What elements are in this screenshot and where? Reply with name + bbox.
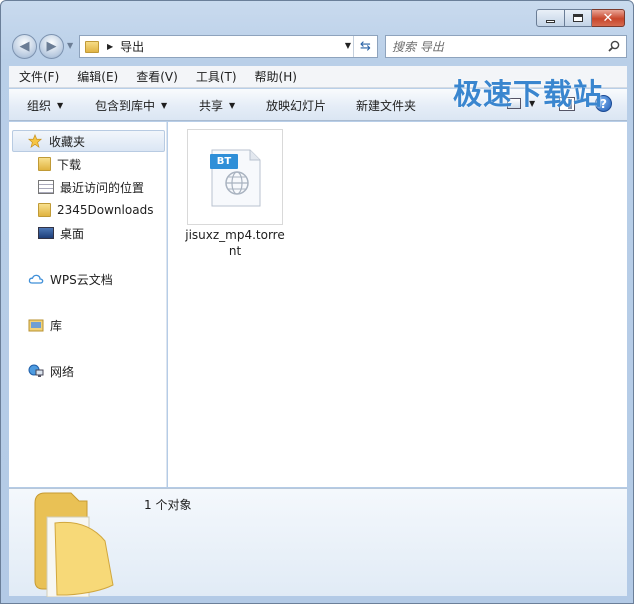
nav-downloads[interactable]: 下载 bbox=[38, 153, 81, 175]
nav-desktop[interactable]: 桌面 bbox=[38, 222, 84, 244]
nav-2345downloads[interactable]: 2345Downloads bbox=[38, 199, 153, 221]
file-item-name[interactable]: jisuxz_mp4.torrent bbox=[184, 227, 286, 259]
new-folder-button[interactable]: 新建文件夹 bbox=[356, 97, 416, 114]
nav-libraries-label: 库 bbox=[50, 318, 63, 333]
star-icon bbox=[27, 134, 43, 148]
nav-downloads-label: 下载 bbox=[57, 157, 82, 172]
minimize-icon bbox=[546, 19, 555, 23]
chevron-down-icon: ▼ bbox=[161, 101, 168, 110]
nav-recent-places[interactable]: 最近访问的位置 bbox=[38, 176, 144, 198]
search-icon[interactable] bbox=[608, 40, 620, 52]
back-button[interactable]: ◀ bbox=[12, 34, 37, 59]
recent-pages-dropdown[interactable]: ▼ bbox=[67, 41, 73, 50]
include-in-library-button[interactable]: 包含到库中 ▼ bbox=[95, 97, 167, 114]
breadcrumb-segment[interactable]: 导出 bbox=[120, 38, 144, 55]
maximize-icon bbox=[573, 14, 583, 22]
menu-view[interactable]: 查看(V) bbox=[126, 68, 186, 85]
desktop-icon bbox=[38, 227, 54, 239]
search-input[interactable] bbox=[392, 36, 602, 57]
slideshow-label: 放映幻灯片 bbox=[266, 99, 327, 113]
nav-libraries[interactable]: 库 bbox=[28, 314, 62, 336]
nav-2345downloads-label: 2345Downloads bbox=[57, 203, 154, 217]
nav-wps-cloud-label: WPS云文档 bbox=[50, 272, 113, 287]
bt-badge: BT bbox=[216, 156, 232, 167]
folder-icon bbox=[85, 40, 99, 53]
menu-file[interactable]: 文件(F) bbox=[9, 68, 67, 85]
folder-icon bbox=[34, 492, 114, 597]
maximize-button[interactable] bbox=[565, 9, 592, 27]
file-list: BT jisuxz_mp4.torrent bbox=[168, 122, 627, 487]
nav-favorites[interactable]: 收藏夹 bbox=[12, 130, 165, 152]
menu-edit[interactable]: 编辑(E) bbox=[67, 68, 126, 85]
share-button[interactable]: 共享 ▼ bbox=[199, 97, 235, 114]
chevron-down-icon: ▼ bbox=[229, 101, 236, 110]
slideshow-button[interactable]: 放映幻灯片 bbox=[266, 97, 326, 114]
address-dropdown-icon[interactable]: ▼ bbox=[345, 41, 351, 50]
nav-desktop-label: 桌面 bbox=[60, 226, 85, 241]
folder-icon bbox=[38, 203, 51, 217]
site-watermark: 极速下载站 bbox=[453, 77, 604, 111]
address-bar[interactable]: ▶ 导出 ▼ ⇆ bbox=[79, 35, 378, 58]
cloud-icon bbox=[28, 274, 44, 284]
arrow-left-icon: ◀ bbox=[19, 39, 30, 54]
navigation-pane: 收藏夹 下载 最近访问的位置 2345Downloads 桌面 WPS云文档 库 bbox=[9, 122, 167, 487]
file-item-thumbnail[interactable]: BT bbox=[187, 129, 283, 225]
library-icon bbox=[28, 319, 44, 332]
close-icon: ✕ bbox=[602, 10, 614, 26]
menu-help[interactable]: 帮助(H) bbox=[245, 68, 305, 85]
nav-wps-cloud[interactable]: WPS云文档 bbox=[28, 268, 113, 290]
network-icon bbox=[28, 364, 44, 377]
close-button[interactable]: ✕ bbox=[592, 9, 625, 27]
arrow-right-icon: ▶ bbox=[46, 39, 57, 54]
organize-button[interactable]: 组织 ▼ bbox=[27, 97, 63, 114]
search-box bbox=[385, 35, 627, 58]
details-pane: 1 个对象 bbox=[9, 488, 627, 597]
organize-label: 组织 bbox=[27, 99, 52, 113]
explorer-window: ✕ ◀ ▶ ▼ ▶ 导出 ▼ ⇆ 文件(F) 编辑(E) 查看(V) 工具(T)… bbox=[0, 0, 634, 604]
recent-places-icon bbox=[38, 180, 54, 194]
chevron-down-icon: ▼ bbox=[57, 101, 64, 110]
caption-buttons: ✕ bbox=[536, 9, 625, 27]
forward-button[interactable]: ▶ bbox=[39, 34, 64, 59]
new-folder-label: 新建文件夹 bbox=[356, 99, 417, 113]
nav-network-label: 网络 bbox=[50, 364, 75, 379]
refresh-button[interactable]: ⇆ bbox=[353, 36, 377, 57]
refresh-icon: ⇆ bbox=[360, 39, 371, 54]
item-count: 1 个对象 bbox=[144, 498, 192, 512]
share-label: 共享 bbox=[199, 99, 224, 113]
torrent-file-icon bbox=[210, 149, 261, 207]
nav-favorites-label: 收藏夹 bbox=[49, 134, 86, 149]
minimize-button[interactable] bbox=[536, 9, 565, 27]
downloads-folder-icon bbox=[38, 157, 51, 171]
nav-network[interactable]: 网络 bbox=[28, 360, 74, 382]
include-in-library-label: 包含到库中 bbox=[95, 99, 156, 113]
breadcrumb-chevron-icon[interactable]: ▶ bbox=[107, 42, 113, 51]
nav-recent-places-label: 最近访问的位置 bbox=[60, 180, 145, 195]
menu-tools[interactable]: 工具(T) bbox=[186, 68, 245, 85]
